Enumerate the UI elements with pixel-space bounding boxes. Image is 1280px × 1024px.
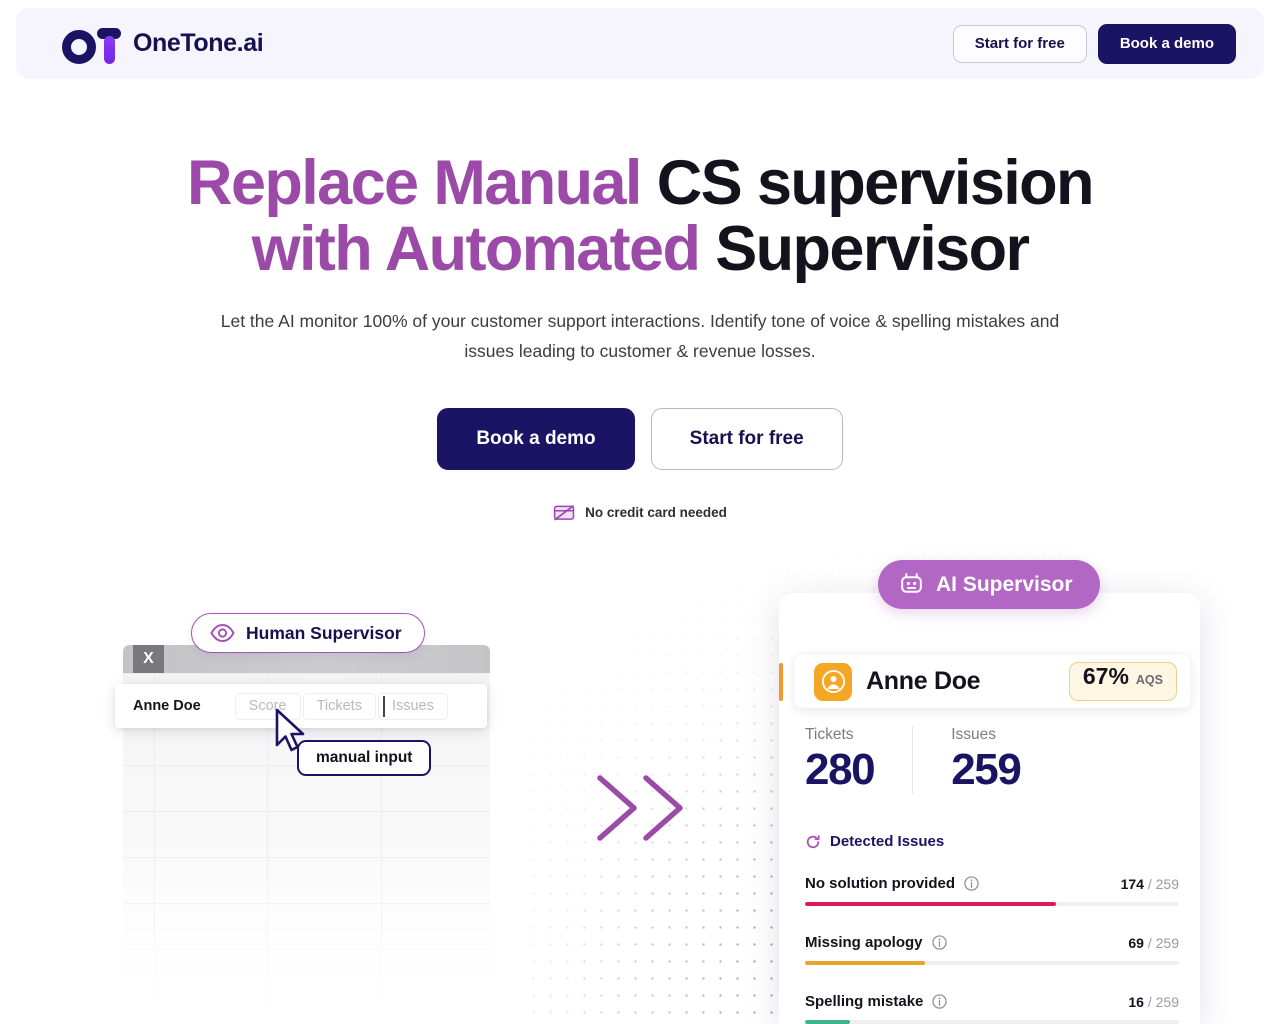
headline-plain-2: Supervisor (715, 214, 1030, 284)
issue-count-total: / 259 (1147, 993, 1179, 1010)
issue-count-value: 174 (1120, 875, 1144, 892)
info-icon[interactable] (931, 935, 947, 950)
stat-issues-label: Issues (951, 726, 997, 743)
issue-count-total: / 259 (1147, 934, 1179, 951)
stat-tickets-label: Tickets (805, 726, 854, 743)
human-supervisor-badge: Human Supervisor (191, 613, 425, 653)
hero-cta-row: Book a demo Start for free (0, 408, 1280, 470)
avatar (814, 662, 852, 701)
issue-progress-fill (805, 902, 1056, 906)
onetone-logo-icon (62, 24, 121, 64)
detected-issues-title: Detected Issues (830, 833, 945, 850)
detected-issues-header: Detected Issues (805, 833, 944, 850)
eye-icon (210, 624, 235, 642)
issue-name: Missing apology (805, 934, 923, 951)
stat-issues-value: 259 (951, 745, 1022, 794)
headline-accent-2: with Automated (251, 214, 701, 284)
user-circle-icon (821, 669, 845, 694)
landing-page: OneTone.ai Start for free Book a demo Re… (0, 0, 1280, 1024)
mouse-cursor-icon (275, 708, 305, 752)
header-book-a-demo-button[interactable]: Book a demo (1097, 23, 1236, 64)
ai-stats: Tickets 280 Issues 259 (805, 726, 1058, 794)
robot-icon (901, 573, 922, 593)
ai-supervisor-label: AI Supervisor (936, 572, 1073, 596)
issue-row: Spelling mistake 16 / 259 (805, 993, 1179, 1024)
spreadsheet-row-name: Anne Doe (133, 698, 201, 714)
tickets-input[interactable]: Tickets (302, 692, 376, 720)
aqs-score-badge: 67% AQS (1068, 662, 1177, 701)
human-supervisor-label: Human Supervisor (246, 622, 402, 643)
issue-count-value: 16 (1128, 993, 1144, 1010)
card-slash-icon (553, 505, 575, 521)
ai-person-row[interactable]: Anne Doe 67% AQS (795, 655, 1190, 708)
human-supervisor-illustration: X Anne Doe Score Tickets Issues Human Su… (115, 613, 490, 1024)
page-title: Replace Manual CS supervision with Autom… (0, 150, 1280, 282)
refresh-icon (806, 834, 820, 848)
issue-progress-fill (805, 961, 925, 965)
issue-count-total: / 259 (1147, 875, 1179, 892)
row-accent-bar (779, 663, 783, 701)
info-icon[interactable] (932, 994, 948, 1009)
spreadsheet-empty-fields: Score Tickets Issues (234, 692, 448, 720)
issues-input[interactable]: Issues (377, 692, 448, 720)
ai-person-name: Anne Doe (866, 667, 981, 695)
text-caret (383, 696, 385, 717)
issue-count: 174 / 259 (1121, 876, 1179, 892)
ai-supervisor-badge: AI Supervisor (878, 560, 1100, 609)
logo-o-shape (62, 29, 96, 64)
double-chevron-right-icon (597, 775, 683, 841)
stat-tickets: Tickets 280 (805, 726, 912, 794)
issue-progress-track (805, 902, 1179, 906)
header-actions: Start for free Book a demo (952, 23, 1236, 64)
issue-count-value: 69 (1128, 934, 1144, 951)
detected-issues-list: No solution provided 174 / 259 Missing a… (805, 875, 1179, 1024)
issue-name: No solution provided (805, 875, 955, 892)
hero-book-a-demo-button[interactable]: Book a demo (437, 408, 635, 470)
hero-section: Replace Manual CS supervision with Autom… (0, 150, 1280, 521)
header-start-for-free-button[interactable]: Start for free (952, 24, 1087, 63)
spreadsheet-corner-label: X (133, 645, 164, 673)
issue-row: No solution provided 174 / 259 (805, 875, 1179, 906)
info-icon[interactable] (964, 876, 979, 891)
issue-row: Missing apology 69 / 259 (805, 934, 1179, 965)
brand-logo[interactable]: OneTone.ai (62, 24, 264, 64)
headline-accent-1: Replace Manual (187, 148, 642, 218)
stat-tickets-value: 280 (805, 745, 876, 794)
issue-progress-track (805, 1020, 1179, 1024)
manual-input-annotation: manual input (297, 740, 432, 776)
site-header: OneTone.ai Start for free Book a demo (16, 8, 1264, 79)
hero-subtitle: Let the AI monitor 100% of your customer… (220, 311, 1060, 361)
issue-count: 16 / 259 (1128, 994, 1179, 1010)
hero-start-for-free-button[interactable]: Start for free (650, 408, 843, 470)
issue-count: 69 / 259 (1128, 935, 1179, 951)
aqs-score-value: 67% (1082, 663, 1129, 689)
ai-supervisor-illustration: Anne Doe 67% AQS Tickets 280 Issues 259 (779, 560, 1200, 1024)
stat-issues: Issues 259 (912, 726, 1058, 794)
issue-progress-track (805, 961, 1179, 965)
aqs-score-label: AQS (1135, 673, 1163, 687)
ai-supervisor-card: Anne Doe 67% AQS Tickets 280 Issues 259 (779, 593, 1200, 1024)
no-credit-card-note: No credit card needed (0, 504, 1280, 521)
issue-name: Spelling mistake (805, 993, 924, 1010)
headline-plain-1: CS supervision (656, 148, 1095, 218)
brand-name: OneTone.ai (133, 29, 264, 57)
logo-t-stem-shape (104, 35, 115, 64)
issue-progress-fill (805, 1020, 850, 1024)
no-credit-card-label: No credit card needed (585, 505, 727, 520)
